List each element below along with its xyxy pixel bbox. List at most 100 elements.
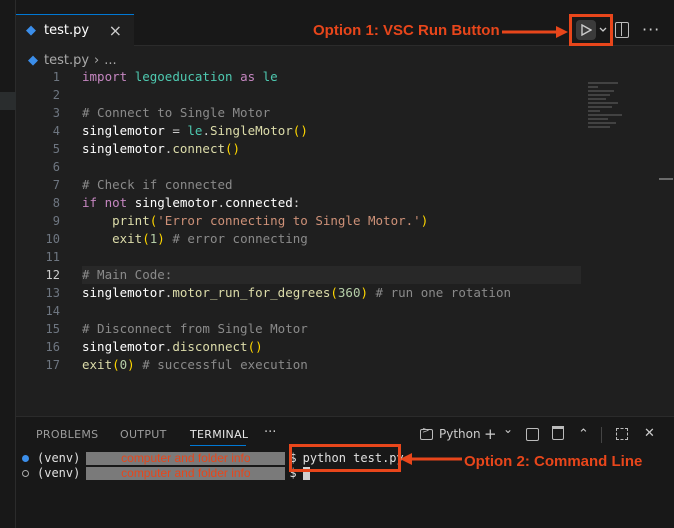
code-line[interactable]: singlemotor.connect(): [82, 140, 582, 158]
chevron-down-icon[interactable]: [599, 26, 607, 34]
breadcrumb-file[interactable]: test.py: [44, 53, 89, 68]
terminal-line-2[interactable]: (venv) computer and folder info $: [22, 466, 310, 480]
shell-name: Python: [439, 427, 481, 441]
breadcrumb-more[interactable]: ...: [104, 53, 116, 68]
code-token: connect: [172, 141, 226, 156]
scrollbar-indicator[interactable]: [659, 178, 673, 180]
tab-terminal[interactable]: TERMINAL: [190, 428, 248, 441]
tab-problems[interactable]: PROBLEMS: [36, 428, 98, 441]
run-button-highlight: [569, 14, 613, 46]
line-number: 5: [52, 142, 60, 156]
code-line[interactable]: singlemotor.disconnect(): [82, 338, 582, 356]
line-number: 15: [45, 322, 60, 336]
code-token: le: [262, 69, 278, 84]
minimap[interactable]: [588, 82, 624, 134]
code-token: # Check if connected: [82, 177, 233, 192]
line-number-gutter: 1 2 3 4 5 6 7 8 9 10 11 12 13 14 15 16 17: [16, 68, 60, 374]
code-token: # error connecting: [172, 231, 308, 246]
code-token: (: [330, 285, 338, 300]
code-token: not: [104, 195, 128, 210]
terminal-shell-selector[interactable]: Python: [420, 426, 481, 441]
code-token: legoeducation: [134, 69, 233, 84]
chevron-up-icon[interactable]: ⌃: [578, 427, 589, 442]
code-line[interactable]: singlemotor.motor_run_for_degrees(360) #…: [82, 284, 582, 302]
toolbar-divider: [601, 427, 602, 443]
code-line[interactable]: if not singlemotor.connected:: [82, 194, 582, 212]
line-number: 9: [52, 214, 60, 228]
code-token: motor_run_for_degrees: [172, 285, 331, 300]
code-token: :: [292, 195, 301, 210]
line-number: 17: [45, 358, 60, 372]
code-line[interactable]: exit(0) # successful execution: [82, 356, 582, 374]
code-token: ): [360, 285, 369, 300]
panel-more-icon[interactable]: ···: [264, 425, 276, 440]
code-token: ): [232, 141, 241, 156]
code-area[interactable]: import legoeducation as le # Connect to S…: [82, 68, 582, 374]
code-token: singlemotor: [82, 285, 165, 300]
code-line[interactable]: exit(1) # error connecting: [82, 230, 582, 248]
code-token: .: [217, 195, 226, 210]
add-terminal-icon[interactable]: +: [484, 425, 497, 443]
prompt-env: (venv): [37, 451, 81, 465]
code-line[interactable]: # Check if connected: [82, 176, 582, 194]
code-line[interactable]: # Main Code:: [82, 266, 581, 284]
code-token: (: [247, 339, 256, 354]
command-pending-dot: [22, 469, 29, 477]
more-icon[interactable]: ···: [642, 20, 660, 39]
bottom-panel: PROBLEMS OUTPUT TERMINAL ··· Python + ⌄ …: [16, 416, 674, 528]
code-token: singlemotor: [134, 195, 218, 210]
trash-icon[interactable]: [552, 426, 564, 440]
maximize-icon[interactable]: [616, 428, 628, 440]
code-line[interactable]: import legoeducation as le: [82, 68, 582, 86]
breadcrumb-separator: ›: [94, 52, 100, 68]
command-success-dot: [22, 454, 29, 462]
code-token: SingleMotor: [209, 123, 293, 138]
code-token: disconnect: [172, 339, 248, 354]
code-line[interactable]: singlemotor = le.SingleMotor(): [82, 122, 582, 140]
annotation-run-button: Option 1: VSC Run Button: [313, 22, 500, 39]
redacted-label: computer and folder info: [121, 450, 251, 465]
breadcrumb: ◆ test.py › ...: [28, 50, 117, 70]
annotation-command-line: Option 2: Command Line: [464, 453, 643, 470]
code-token: ): [255, 339, 263, 354]
chevron-down-icon[interactable]: ⌄: [503, 422, 513, 436]
code-line[interactable]: # Disconnect from Single Motor: [82, 320, 582, 338]
code-token: 360: [337, 285, 361, 300]
run-python-button[interactable]: [575, 20, 596, 40]
code-editor[interactable]: 1 2 3 4 5 6 7 8 9 10 11 12 13 14 15 16 17 import legoedu…: [16, 68, 674, 416]
code-line[interactable]: [82, 158, 582, 176]
code-token: singlemotor: [82, 123, 165, 138]
code-token: # Disconnect from Single Motor: [82, 321, 308, 336]
code-token: print: [112, 213, 150, 228]
split-terminal-icon[interactable]: [526, 428, 539, 441]
code-token: =: [172, 123, 180, 138]
line-number: 2: [52, 88, 60, 102]
code-token: ): [157, 231, 165, 246]
tab-test-py[interactable]: ◆ test.py ×: [16, 14, 134, 46]
code-token: (: [142, 231, 150, 246]
code-line[interactable]: [82, 86, 582, 104]
code-line[interactable]: [82, 302, 582, 320]
code-line[interactable]: [82, 248, 582, 266]
code-token: exit: [112, 231, 143, 246]
line-number: 13: [45, 286, 60, 300]
activity-strip: [0, 0, 16, 528]
code-token: # successful execution: [142, 357, 308, 372]
code-line[interactable]: print('Error connecting to Single Motor.…: [82, 212, 582, 230]
close-icon[interactable]: ×: [109, 22, 122, 39]
tab-output[interactable]: OUTPUT: [120, 428, 167, 441]
code-token: as: [240, 69, 256, 84]
code-token: connected: [225, 195, 293, 210]
code-token: # Main Code:: [82, 267, 173, 282]
split-editor-icon[interactable]: [615, 22, 629, 38]
code-line[interactable]: # Connect to Single Motor: [82, 104, 582, 122]
code-token: # Connect to Single Motor: [82, 105, 271, 120]
code-token: le: [187, 123, 203, 138]
annotation-arrow-right: [502, 26, 568, 38]
close-panel-icon[interactable]: ✕: [644, 426, 655, 441]
